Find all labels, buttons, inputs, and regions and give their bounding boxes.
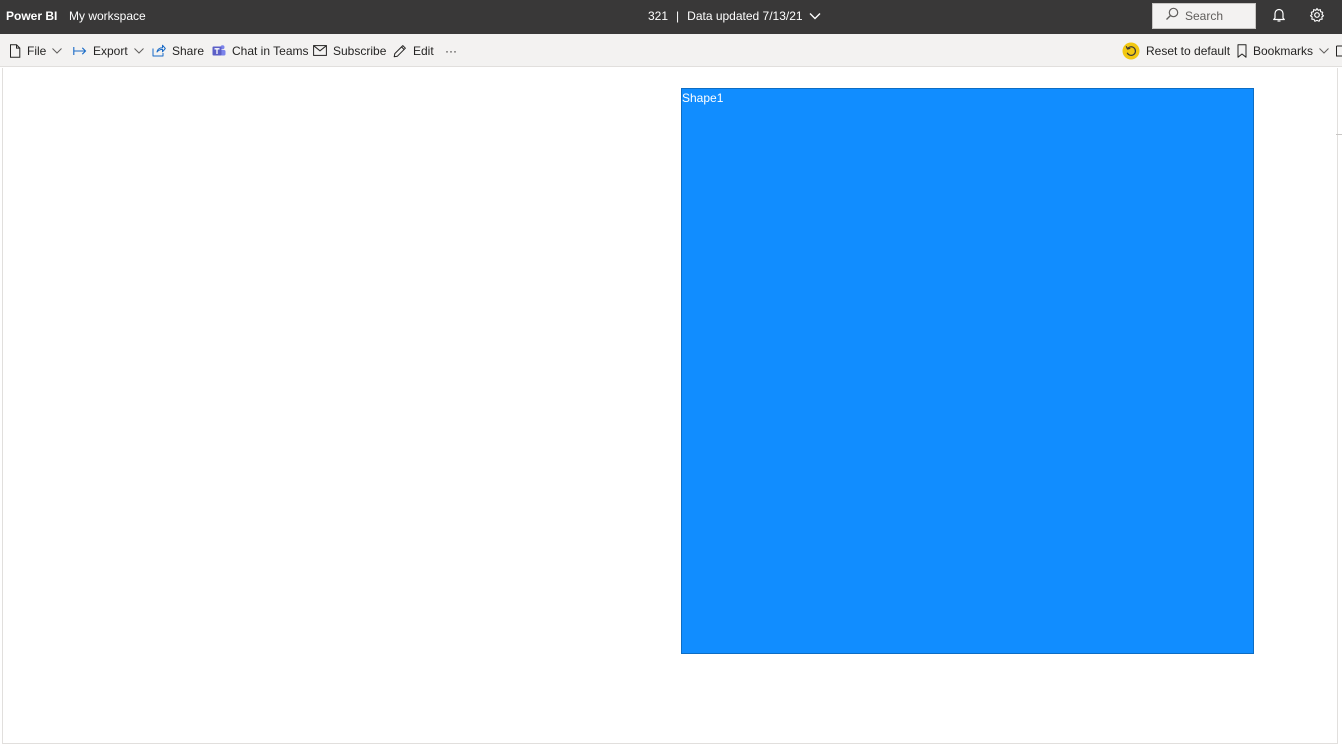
brand-logo-text[interactable]: Power BI	[6, 9, 57, 23]
canvas-scroll-edge	[1336, 134, 1342, 135]
gear-icon	[1309, 7, 1325, 28]
export-icon	[73, 46, 87, 56]
reset-to-default-label: Reset to default	[1146, 43, 1231, 58]
settings-button[interactable]	[1307, 7, 1327, 27]
share-button[interactable]: Share	[152, 34, 204, 67]
report-info-dropdown[interactable]: 321 | Data updated 7/13/21	[648, 9, 821, 23]
more-options-button[interactable]: ···	[445, 34, 457, 67]
edit-button[interactable]: Edit	[393, 34, 434, 67]
view-icon	[1336, 45, 1342, 57]
export-label: Export	[93, 43, 128, 58]
chevron-down-icon	[809, 12, 821, 20]
action-bar: File Export Share Chat in Teams Subscrib…	[0, 34, 1342, 67]
chat-in-teams-label: Chat in Teams	[232, 43, 309, 58]
subscribe-label: Subscribe	[333, 43, 387, 58]
chevron-down-icon	[1319, 47, 1329, 54]
file-icon	[9, 43, 21, 58]
shape-visual[interactable]: Shape1	[681, 88, 1254, 654]
data-updated-text: Data updated 7/13/21	[687, 9, 803, 23]
search-input[interactable]	[1185, 9, 1249, 23]
chat-in-teams-button[interactable]: Chat in Teams	[212, 34, 308, 67]
view-menu-button[interactable]	[1336, 34, 1342, 67]
reset-icon	[1122, 42, 1140, 60]
teams-icon	[212, 44, 226, 58]
report-info-separator: |	[676, 9, 680, 23]
search-box[interactable]	[1152, 3, 1256, 29]
file-menu-button[interactable]: File	[9, 34, 63, 67]
bookmarks-menu-button[interactable]: Bookmarks	[1237, 34, 1329, 67]
report-name: 321	[648, 9, 669, 23]
top-header-bar: Power BI My workspace 321 | Data updated…	[0, 0, 1342, 34]
mail-icon	[313, 45, 327, 56]
share-icon	[152, 44, 166, 57]
chevron-down-icon	[133, 47, 144, 54]
export-menu-button[interactable]: Export	[73, 34, 144, 67]
bookmark-icon	[1237, 43, 1247, 58]
search-icon	[1165, 7, 1179, 26]
pencil-icon	[393, 44, 407, 58]
bell-icon	[1272, 7, 1286, 28]
file-label: File	[27, 43, 47, 58]
bookmarks-label: Bookmarks	[1253, 43, 1314, 58]
share-label: Share	[172, 43, 205, 58]
subscribe-button[interactable]: Subscribe	[313, 34, 386, 67]
reset-to-default-button[interactable]: Reset to default	[1122, 34, 1230, 67]
shape-title: Shape1	[682, 91, 724, 105]
workspace-link[interactable]: My workspace	[69, 9, 146, 23]
notifications-button[interactable]	[1269, 7, 1289, 27]
more-options-icon: ···	[445, 43, 457, 58]
chevron-down-icon	[52, 47, 63, 54]
edit-label: Edit	[413, 43, 434, 58]
